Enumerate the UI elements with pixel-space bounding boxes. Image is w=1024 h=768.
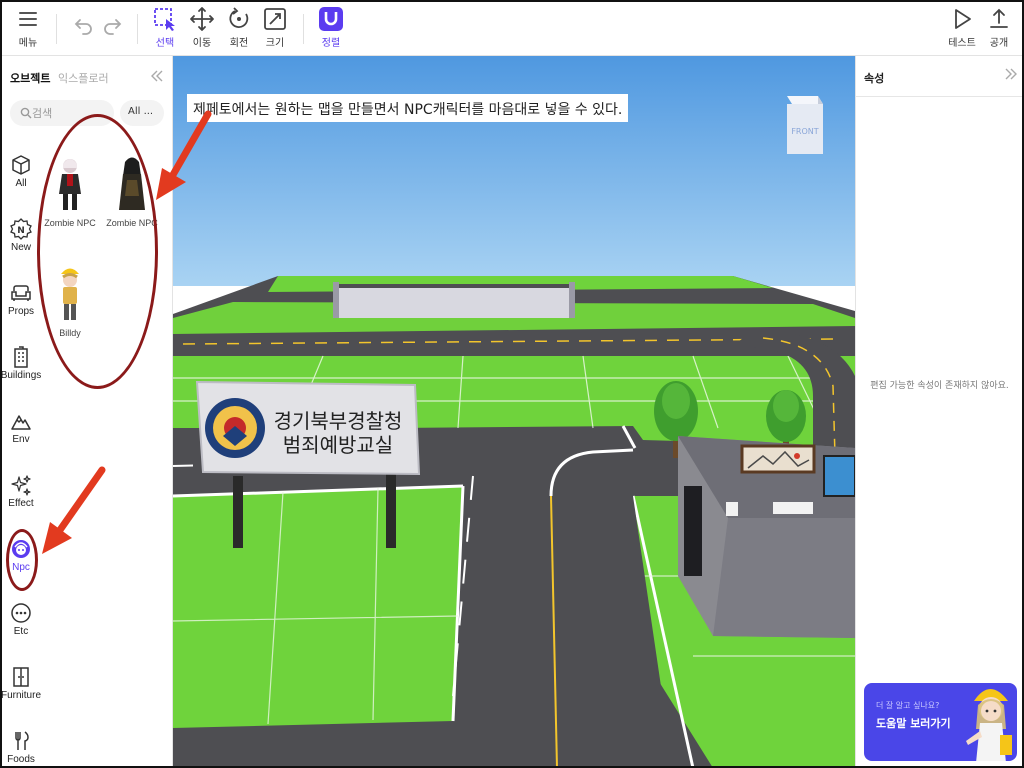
redo-icon <box>104 19 122 35</box>
hamburger-icon <box>19 12 37 26</box>
collapse-panel-icon[interactable] <box>150 69 164 83</box>
sparkle-icon <box>11 475 31 496</box>
scale-label: 크기 <box>265 38 285 49</box>
category-label: Buildings <box>0 370 42 381</box>
category-props[interactable]: Props <box>2 282 40 317</box>
category-label: Effect <box>8 498 34 509</box>
highlight-npc-category <box>6 529 38 591</box>
test-label: 테스트 <box>948 38 976 49</box>
help-subtitle: 더 잘 알고 싶나요? <box>876 701 940 710</box>
editor-window: 메뉴 선택 이동 회전 크기 정렬 테스트 공개 오브젝트 익스플로러 검색 A… <box>0 0 1024 768</box>
top-toolbar: 메뉴 선택 이동 회전 크기 정렬 테스트 공개 <box>2 2 1022 56</box>
scale-icon <box>264 8 286 30</box>
highlight-npc-items <box>37 114 158 389</box>
sofa-icon <box>11 285 31 301</box>
magnet-icon <box>319 7 343 31</box>
orientation-cube-label: FRONT <box>791 127 818 136</box>
rotate-icon <box>229 7 249 28</box>
category-all[interactable]: All <box>2 154 40 189</box>
filter-value: All ... <box>128 106 154 117</box>
sign-line-1: 경기북부경찰청 <box>274 409 403 433</box>
rotate-tool-button[interactable]: 회전 <box>219 6 259 49</box>
publish-label: 공개 <box>989 38 1009 49</box>
redo-button[interactable] <box>92 12 132 38</box>
category-env[interactable]: Env <box>2 410 40 445</box>
tutorial-caption: 제페토에서는 원하는 맵을 만들면서 NPC캐릭터를 마음대로 넣을 수 있다. <box>187 94 629 122</box>
category-label: Env <box>12 434 30 445</box>
move-tool-button[interactable]: 이동 <box>182 6 222 49</box>
expand-panel-icon[interactable] <box>1004 67 1018 81</box>
new-badge-icon: N <box>10 218 32 240</box>
test-play-button[interactable]: 테스트 <box>942 6 982 49</box>
select-tool-button[interactable]: 선택 <box>145 6 185 49</box>
rotate-label: 회전 <box>229 38 249 49</box>
cabinet-icon <box>13 667 29 687</box>
category-label: Foods <box>7 754 35 765</box>
toolbar-divider <box>303 14 304 44</box>
category-furniture[interactable]: Furniture <box>1 666 42 701</box>
select-cursor-icon <box>154 8 175 31</box>
panel-divider <box>856 96 1022 97</box>
category-label: Props <box>7 306 35 317</box>
scene-viewport[interactable]: 경기북부경찰청 범죄예방교실 FRONT 제페토에서는 원하는 맵을 만들면서 … <box>173 56 855 766</box>
category-effect[interactable]: Effect <box>2 474 40 509</box>
arrow-to-npc-category-icon <box>42 466 106 554</box>
mountain-icon <box>11 415 31 430</box>
search-icon <box>20 107 32 119</box>
toolbar-divider <box>137 14 138 44</box>
align-snap-button[interactable]: 정렬 <box>311 6 351 49</box>
align-label: 정렬 <box>321 38 341 49</box>
category-label: Etc <box>13 626 29 637</box>
tab-explorer[interactable]: 익스플로러 <box>58 70 109 86</box>
arrow-to-items-icon <box>156 110 212 200</box>
tab-objects[interactable]: 오브젝트 <box>10 70 50 86</box>
category-label: Furniture <box>1 690 42 701</box>
sign-line-2: 범죄예방교실 <box>283 433 393 457</box>
svg-text:N: N <box>17 226 25 236</box>
menu-button[interactable]: 메뉴 <box>8 6 48 49</box>
fork-knife-icon <box>15 731 29 750</box>
more-dots-icon <box>11 603 31 623</box>
category-label: All <box>15 178 27 189</box>
gizmo-icon <box>798 106 812 120</box>
help-link[interactable]: 도움말 보러가기 <box>876 715 951 731</box>
search-placeholder: 검색 <box>32 107 53 120</box>
select-label: 선택 <box>155 38 175 49</box>
scale-tool-button[interactable]: 크기 <box>255 6 295 49</box>
upload-icon <box>990 8 1008 28</box>
publish-button[interactable]: 공개 <box>979 6 1019 49</box>
category-buildings[interactable]: Buildings <box>0 346 42 381</box>
category-label: New <box>10 242 31 253</box>
properties-panel: 속성 편집 가능한 속성이 존재하지 않아요. 더 잘 알고 싶나요? 도움말 … <box>855 56 1022 766</box>
menu-label: 메뉴 <box>18 38 38 49</box>
cube-icon <box>12 155 30 175</box>
move-arrows-icon <box>190 7 214 31</box>
category-foods[interactable]: Foods <box>2 730 40 765</box>
no-properties-message: 편집 가능한 속성이 존재하지 않아요. <box>870 381 1009 391</box>
category-etc[interactable]: Etc <box>2 602 40 637</box>
category-new[interactable]: N New <box>2 218 40 253</box>
help-banner[interactable]: 더 잘 알고 싶나요? 도움말 보러가기 <box>864 683 1017 761</box>
scene-render: 경기북부경찰청 범죄예방교실 FRONT <box>173 56 855 766</box>
play-icon <box>955 9 971 29</box>
building-icon <box>14 346 28 368</box>
toolbar-divider <box>56 14 57 44</box>
guide-character-avatar <box>966 689 1012 761</box>
properties-title: 속성 <box>864 72 885 85</box>
move-label: 이동 <box>192 38 212 49</box>
